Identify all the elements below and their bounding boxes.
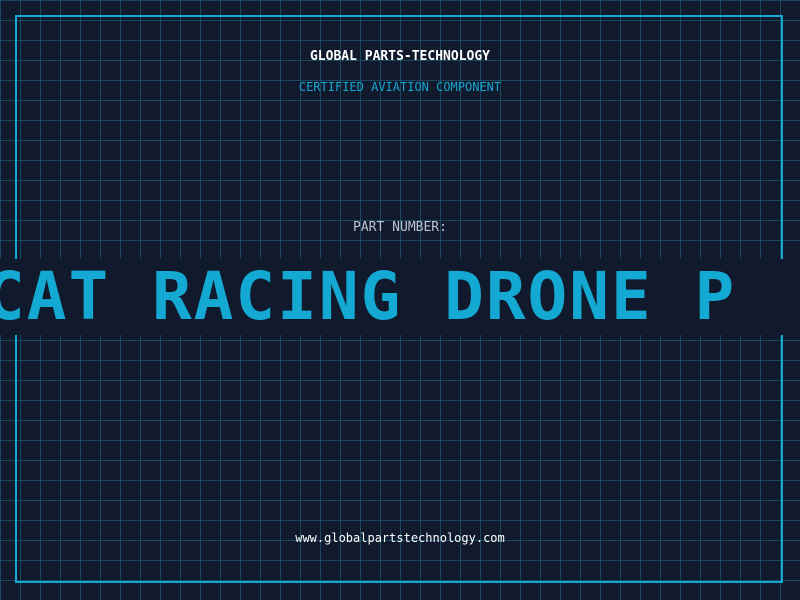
certificate-page: GLOBAL PARTS-TECHNOLOGY CERTIFIED AVIATI… [0, 0, 800, 600]
part-number-banner: CAT RACING DRONE P [0, 259, 800, 335]
company-name: GLOBAL PARTS-TECHNOLOGY [309, 49, 490, 64]
part-number-value: CAT RACING DRONE P [0, 259, 737, 335]
part-number-label: PART NUMBER: [353, 220, 447, 235]
certification-subtitle: CERTIFIED AVIATION COMPONENT [298, 80, 502, 94]
website-url: www.globalpartstechnology.com [295, 531, 505, 545]
